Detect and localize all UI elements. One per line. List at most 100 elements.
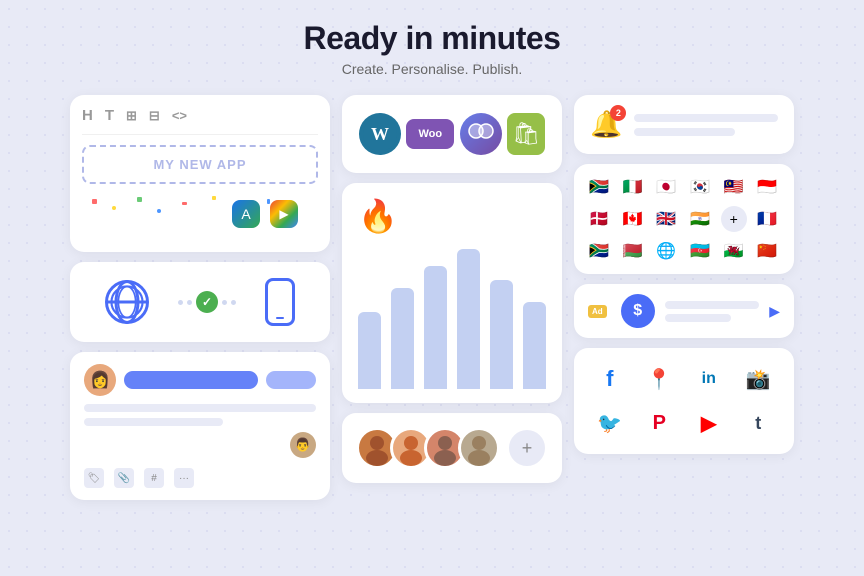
notif-line-1 [634,114,778,122]
notification-lines [634,114,778,136]
social-grid: f 📍 in 📸 🐦 P ▶ t [590,362,778,440]
flag-az[interactable]: 🇦🇿 [687,238,713,264]
flag-other1[interactable]: 🇧🇾 [620,238,646,264]
instagram-icon[interactable]: 📸 [741,362,775,396]
tag-icon[interactable]: 🏷 [84,468,104,488]
flag-wls[interactable]: 🏴󠁧󠁢󠁷󠁬󠁳󠁿 [721,238,747,264]
avatar-4 [458,427,500,469]
dot-1 [178,300,183,305]
header: Ready in minutes Create. Personalise. Pu… [30,20,834,77]
phone-icon [265,278,295,326]
bar-chart [358,249,546,389]
shopify-logo[interactable]: 🛍 [507,113,545,155]
right-column: 🔔 2 🇿🇦 🇮🇹 🇯🇵 🇰🇷 🇲🇾 🇮🇩 🇩🇰 [574,95,794,500]
avatar-2: 👨 [290,432,316,458]
notification-badge: 2 [610,105,626,121]
chat-lines [84,404,316,426]
toolbar-h[interactable]: H [82,107,93,124]
flag-cn[interactable]: 🇨🇳 [754,238,780,264]
middle-column: W Woo 🛍 [342,95,562,500]
page-title: Ready in minutes [30,20,834,57]
mobile-card: ✓ [70,262,330,342]
line-1 [84,404,316,412]
chat-bubble-1 [124,371,258,389]
play-store-icon[interactable]: ▶ [270,200,298,228]
flag-my[interactable]: 🇲🇾 [721,174,747,200]
confetti-1 [92,199,97,204]
ad-badge: Ad [588,305,607,318]
avatar-group [356,427,500,469]
flag-plus[interactable]: + [721,206,747,232]
cards-grid: H T ⊞ ⊟ <> MY NEW APP [30,95,834,500]
confetti-area: A ▶ [82,194,318,224]
toolbar-code[interactable]: <> [172,108,187,123]
chat-bubble-2 [266,371,316,389]
facebook-icon[interactable]: f [593,362,627,396]
editor-toolbar: H T ⊞ ⊟ <> [82,107,318,135]
flag-gb[interactable]: 🇬🇧 [653,206,679,232]
chat-card: 👩 👨 🏷 📎 # ··· [70,352,330,500]
editor-app-name-box: MY NEW APP [82,145,318,184]
flag-jp[interactable]: 🇯🇵 [653,174,679,200]
flag-it[interactable]: 🇮🇹 [620,174,646,200]
toolbar-image[interactable]: ⊞ [126,108,137,124]
avatars-card: + [342,413,562,483]
flag-za2[interactable]: 🇿🇦 [586,238,612,264]
connection-dots: ✓ [178,291,236,313]
dot-2 [187,300,192,305]
bb-svg [464,117,498,151]
app-name-text: MY NEW APP [98,157,302,172]
chat-row-1: 👩 [84,364,316,396]
confetti-6 [212,196,216,200]
globe-icon [105,280,149,324]
hash-icon[interactable]: # [144,468,164,488]
tumblr-icon[interactable]: t [741,406,775,440]
pinterest-icon[interactable]: P [642,406,676,440]
chart-card: 🔥 [342,183,562,403]
flame-icon: 🔥 [358,197,398,235]
check-icon: ✓ [196,291,218,313]
bar-3 [424,266,447,389]
social-card: f 📍 in 📸 🐦 P ▶ t [574,348,794,454]
flag-id[interactable]: 🇮🇩 [754,174,780,200]
ad-left: Ad [588,305,607,318]
toolbar-t[interactable]: T [105,107,114,124]
confetti-2 [112,206,116,210]
left-column: H T ⊞ ⊟ <> MY NEW APP [70,95,330,500]
chat-avatar-right: 👨 [84,432,316,458]
flag-kr[interactable]: 🇰🇷 [687,174,713,200]
more-icon[interactable]: ··· [174,468,194,488]
buddyboss-logo[interactable] [460,113,502,155]
woo-logo[interactable]: Woo [406,119,454,149]
confetti-5 [182,202,187,205]
linkedin-icon[interactable]: in [692,362,726,396]
youtube-icon[interactable]: ▶ [692,406,726,440]
flag-in[interactable]: 🇮🇳 [687,206,713,232]
flag-globe[interactable]: 🌐 [653,238,679,264]
app-store-icon[interactable]: A [232,200,260,228]
bar-5 [490,280,513,389]
page-wrapper: Ready in minutes Create. Personalise. Pu… [0,0,864,576]
wordpress-logo[interactable]: W [359,113,401,155]
maps-icon[interactable]: 📍 [642,362,676,396]
confetti-3 [137,197,142,202]
dot-4 [231,300,236,305]
flag-dk[interactable]: 🇩🇰 [586,206,612,232]
spacer [82,228,318,240]
flag-za[interactable]: 🇿🇦 [586,174,612,200]
store-icons: A ▶ [232,200,298,228]
integrations-card: W Woo 🛍 [342,95,562,173]
ad-line-1 [665,301,760,309]
bar-4 [457,249,480,389]
avatar-add-button[interactable]: + [506,427,548,469]
chat-avatar-1: 👩 [84,364,116,396]
toolbar-grid[interactable]: ⊟ [149,108,160,124]
clip-icon[interactable]: 📎 [114,468,134,488]
line-2 [84,418,223,426]
twitter-icon[interactable]: 🐦 [593,406,627,440]
play-icon[interactable]: ▶ [769,303,780,320]
shopify-icon: 🛍 [512,121,540,147]
flag-ca[interactable]: 🇨🇦 [620,206,646,232]
bar-6 [523,302,546,389]
flag-fr[interactable]: 🇫🇷 [754,206,780,232]
